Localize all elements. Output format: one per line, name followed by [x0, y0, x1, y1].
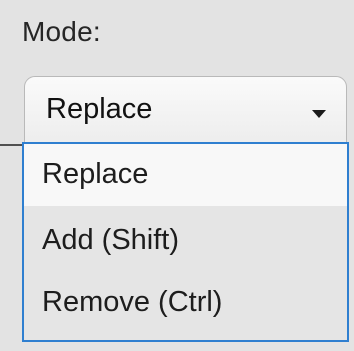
mode-dropdown-list: Replace Add (Shift) Remove (Ctrl)	[22, 142, 349, 342]
separator-line	[0, 144, 24, 146]
mode-label: Mode:	[22, 16, 101, 47]
option-add-shift[interactable]: Add (Shift)	[24, 226, 347, 255]
mode-select-value: Replace	[46, 93, 153, 125]
option-replace[interactable]: Replace	[24, 144, 347, 206]
option-remove-ctrl[interactable]: Remove (Ctrl)	[24, 288, 347, 317]
chevron-down-icon[interactable]	[312, 110, 326, 118]
